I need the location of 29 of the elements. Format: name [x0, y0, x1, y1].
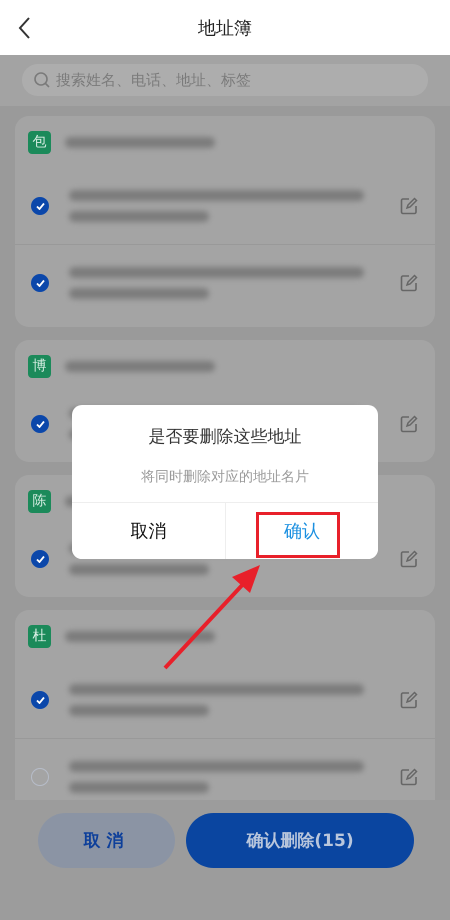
dialog-title: 是否要删除这些地址 [148, 426, 302, 448]
edit-icon[interactable] [400, 197, 418, 215]
edit-icon[interactable] [400, 415, 418, 433]
check-icon [36, 696, 44, 704]
group-letter-badge: 包 [28, 130, 51, 154]
check-icon [36, 420, 44, 428]
checkbox[interactable] [31, 768, 49, 786]
search-icon [34, 72, 50, 88]
check-icon [36, 202, 44, 210]
checkbox[interactable] [31, 415, 49, 433]
edit-icon[interactable] [400, 768, 418, 786]
check-icon [36, 279, 44, 287]
checkbox[interactable] [31, 691, 49, 709]
edit-icon[interactable] [400, 550, 418, 568]
checkbox[interactable] [31, 550, 49, 568]
check-icon [36, 555, 44, 563]
page-title: 地址簿 [198, 16, 252, 40]
checkbox[interactable] [31, 197, 49, 215]
checkbox[interactable] [31, 274, 49, 292]
edit-icon[interactable] [400, 691, 418, 709]
edit-icon[interactable] [400, 274, 418, 292]
dialog-message: 将同时删除对应的地址名片 [140, 468, 310, 487]
cancel-button[interactable]: 取消 [38, 813, 175, 868]
confirm-delete-button[interactable]: 确认删除(15) [186, 813, 414, 868]
group-letter-badge: 陈 [28, 490, 51, 512]
group-letter-badge: 杜 [28, 624, 51, 648]
confirm-button[interactable]: 确认 [224, 503, 378, 559]
group-letter-badge: 博 [28, 354, 51, 378]
back-icon[interactable] [18, 16, 31, 40]
